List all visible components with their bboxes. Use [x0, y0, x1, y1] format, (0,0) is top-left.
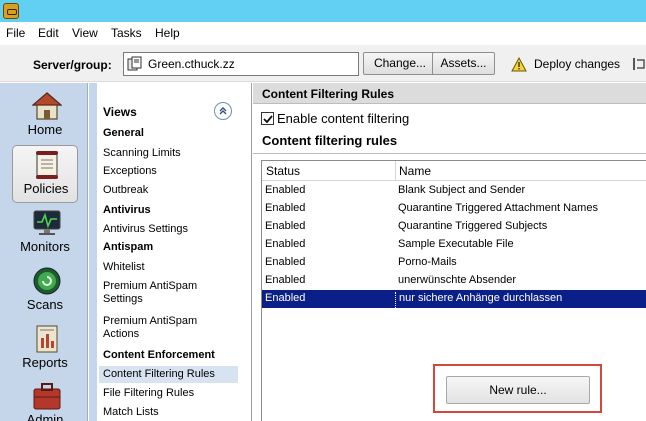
admin-icon — [33, 383, 61, 410]
nav-label-admin: Admin — [26, 412, 64, 421]
row-status: Enabled — [265, 256, 306, 268]
toolbar: Server/group: Green.cthuck.zz Change... … — [0, 44, 646, 82]
server-group-label: Server/group: — [33, 58, 112, 72]
section-divider — [253, 153, 646, 154]
enable-content-filtering-checkbox[interactable] — [261, 112, 274, 125]
menu-file[interactable]: File — [6, 26, 25, 40]
views-item-match-lists[interactable]: Match Lists — [103, 406, 159, 419]
views-item-content-filtering-rules[interactable]: Content Filtering Rules — [103, 368, 215, 381]
table-row[interactable]: Enabled Blank Subject and Sender — [262, 182, 646, 200]
menu-bar: File Edit View Tasks Help — [0, 22, 646, 44]
enable-content-filtering-label[interactable]: Enable content filtering — [277, 111, 409, 126]
table-row[interactable]: Enabled unerwünschte Absender — [262, 272, 646, 290]
menu-tasks[interactable]: Tasks — [111, 26, 142, 40]
views-item-premium-antispam-actions[interactable]: Premium AntiSpam Actions — [103, 315, 223, 341]
views-item-outbreak[interactable]: Outbreak — [103, 184, 148, 197]
row-status: Enabled — [265, 184, 306, 196]
column-header-name[interactable]: Name — [399, 164, 431, 178]
table-row-selected[interactable]: Enabled nur sichere Anhänge durchlassen — [262, 290, 646, 310]
nav-admin[interactable]: Admin — [12, 377, 78, 421]
views-header: Views — [103, 105, 137, 119]
row-name: Porno-Mails — [398, 256, 457, 268]
nav-label-scans: Scans — [26, 297, 64, 312]
content-header-title: Content Filtering Rules — [262, 87, 394, 101]
nav-reports[interactable]: Reports — [12, 320, 78, 378]
assets-button[interactable]: Assets... — [432, 52, 495, 75]
views-category-general: General — [103, 127, 144, 139]
column-header-status[interactable]: Status — [266, 164, 300, 178]
views-item-antivirus-settings[interactable]: Antivirus Settings — [103, 223, 188, 236]
policies-icon — [36, 151, 58, 179]
row-status: Enabled — [265, 238, 306, 250]
row-name: Blank Subject and Sender — [398, 184, 526, 196]
column-divider[interactable] — [395, 161, 396, 181]
row-status: Enabled — [265, 220, 306, 232]
views-item-file-filtering-rules[interactable]: File Filtering Rules — [103, 387, 194, 400]
nav-home[interactable]: Home — [12, 87, 78, 145]
server-group-value: Green.cthuck.zz — [148, 57, 235, 71]
row-status: Enabled — [265, 292, 306, 304]
left-navigation: Home Policies Monitors Scans Reports Adm… — [0, 83, 88, 421]
views-strip — [89, 83, 97, 421]
server-icon — [127, 56, 142, 71]
nav-label-policies: Policies — [23, 181, 69, 196]
views-category-content-enforcement: Content Enforcement — [103, 349, 215, 361]
table-row[interactable]: Enabled Sample Executable File — [262, 236, 646, 254]
deploy-changes-button[interactable]: Deploy changes — [534, 57, 620, 71]
table-row[interactable]: Enabled Quarantine Triggered Subjects — [262, 218, 646, 236]
chevron-up-icon — [219, 107, 227, 115]
row-status: Enabled — [265, 274, 306, 286]
warning-icon — [511, 57, 527, 72]
server-group-field[interactable]: Green.cthuck.zz — [123, 52, 359, 76]
table-row[interactable]: Enabled Porno-Mails — [262, 254, 646, 272]
row-name: nur sichere Anhänge durchlassen — [395, 292, 562, 310]
menu-help[interactable]: Help — [155, 26, 180, 40]
nav-scans[interactable]: Scans — [12, 262, 78, 320]
checkmark-icon — [263, 115, 273, 124]
nav-label-home: Home — [27, 122, 63, 137]
change-button[interactable]: Change... — [363, 52, 437, 75]
row-name: Quarantine Triggered Subjects — [398, 220, 548, 232]
monitor-icon — [33, 210, 61, 235]
row-name: Sample Executable File — [398, 238, 514, 250]
nav-label-reports: Reports — [22, 355, 68, 370]
views-panel: Views General Scanning Limits Exceptions… — [89, 83, 252, 421]
app-icon — [3, 3, 19, 19]
menu-edit[interactable]: Edit — [38, 26, 59, 40]
toolbar-overflow-icon[interactable] — [632, 56, 646, 72]
reports-icon — [36, 325, 58, 353]
title-bar — [0, 0, 646, 22]
scan-icon — [33, 267, 61, 295]
menu-view[interactable]: View — [72, 26, 98, 40]
nav-label-monitors: Monitors — [20, 239, 70, 254]
new-rule-button[interactable]: New rule... — [446, 376, 590, 404]
collapse-views-button[interactable] — [214, 102, 232, 120]
content-header: Content Filtering Rules — [253, 83, 646, 104]
views-category-antispam: Antispam — [103, 241, 154, 253]
nav-monitors[interactable]: Monitors — [12, 204, 78, 262]
views-item-scanning-limits[interactable]: Scanning Limits — [103, 147, 181, 160]
views-item-exceptions[interactable]: Exceptions — [103, 165, 157, 178]
row-name: Quarantine Triggered Attachment Names — [398, 202, 598, 214]
row-status: Enabled — [265, 202, 306, 214]
row-name: unerwünschte Absender — [398, 274, 517, 286]
home-icon — [32, 92, 62, 120]
rules-section-title: Content filtering rules — [262, 133, 398, 148]
views-item-whitelist[interactable]: Whitelist — [103, 261, 145, 274]
views-item-premium-antispam-settings[interactable]: Premium AntiSpam Settings — [103, 280, 233, 306]
table-header: Status Name — [262, 161, 646, 181]
views-category-antivirus: Antivirus — [103, 204, 151, 216]
table-row[interactable]: Enabled Quarantine Triggered Attachment … — [262, 200, 646, 218]
nav-policies[interactable]: Policies — [12, 145, 78, 203]
